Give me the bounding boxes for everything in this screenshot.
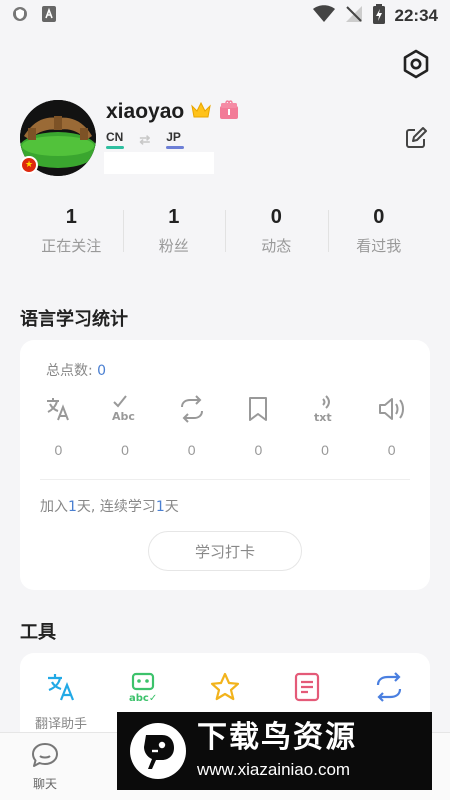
- learning-stats-title: 语言学习统计: [20, 309, 128, 330]
- stat-moments[interactable]: 0 动态: [225, 202, 328, 260]
- chat-bubble-icon: [31, 741, 59, 773]
- gift-badge-icon[interactable]: [218, 100, 240, 124]
- document-icon: [289, 669, 325, 705]
- stat-label: 粉丝: [158, 237, 189, 255]
- stat-label: 看过我: [356, 237, 402, 255]
- spellcheck-abc-icon: Abc: [110, 394, 140, 424]
- bio-field[interactable]: [104, 152, 214, 174]
- svg-text:txt: txt: [314, 411, 332, 424]
- tools-title: 工具: [20, 622, 56, 643]
- edit-icon: [404, 127, 428, 154]
- target-language-label: JP: [166, 130, 181, 144]
- learning-metrics: 0 Abc 0 0 0 txt 0 0: [25, 394, 425, 458]
- repeat-icon: [177, 394, 207, 424]
- bookmark-icon: [243, 394, 273, 424]
- watermark-banner: 下载鸟资源 www.xiazainiao.com: [117, 712, 432, 790]
- join-days: 1: [68, 499, 77, 515]
- metric-listening[interactable]: 0: [358, 394, 425, 458]
- metric-bookmarks[interactable]: 0: [225, 394, 292, 458]
- edit-profile-button[interactable]: [404, 126, 428, 150]
- svg-text:abc✓: abc✓: [129, 693, 157, 704]
- svg-text:Abc: Abc: [112, 410, 135, 423]
- stat-value: 1: [65, 206, 77, 228]
- total-points-label: 总点数:: [46, 363, 93, 379]
- native-language-label: CN: [106, 130, 124, 144]
- wifi-icon: [312, 5, 335, 27]
- learning-streak: 加入1天, 连续学习1天: [40, 496, 179, 516]
- ai-bot-icon: abc✓: [125, 669, 161, 705]
- battery-charging-icon: [372, 4, 385, 28]
- streak-prefix: 加入: [40, 499, 68, 515]
- app-notification-icon: [42, 6, 56, 26]
- metric-value: 0: [387, 442, 396, 458]
- metric-value: 0: [321, 442, 329, 458]
- metric-value: 0: [187, 442, 196, 458]
- native-language-tag: CN: [106, 130, 124, 149]
- metric-translate[interactable]: 0: [25, 394, 92, 458]
- username: xiaoyao: [106, 100, 185, 123]
- stat-visitors[interactable]: 0 看过我: [327, 202, 431, 260]
- stat-label: 正在关注: [41, 237, 102, 255]
- metric-spelling[interactable]: Abc 0: [92, 394, 159, 458]
- translate-icon: [43, 394, 73, 424]
- swap-arrows-icon: ⇄: [139, 131, 151, 147]
- watermark-url: www.xiazainiao.com: [197, 759, 351, 779]
- metric-value: 0: [121, 442, 129, 458]
- streak-mid: 天, 连续学习: [76, 499, 156, 515]
- streak-days: 1: [155, 499, 165, 515]
- tool-label: 翻译助手: [34, 717, 87, 732]
- speaker-icon: [377, 394, 407, 424]
- target-language-tag: JP: [166, 130, 185, 149]
- tool-translator[interactable]: 翻译助手: [20, 669, 102, 732]
- profile-stats: 1 正在关注 1 粉丝 0 动态 0 看过我: [20, 202, 430, 260]
- stat-value: 0: [373, 206, 385, 228]
- metric-value: 0: [54, 442, 63, 458]
- star-icon: [207, 669, 243, 705]
- metric-review[interactable]: 0: [158, 394, 225, 458]
- total-points: 总点数: 0: [46, 360, 106, 380]
- settings-gear-icon: [402, 49, 430, 83]
- watermark-title: 下载鸟资源: [197, 720, 357, 756]
- bird-logo-icon: [127, 720, 189, 782]
- no-signal-icon: [345, 5, 363, 27]
- stat-followers[interactable]: 1 粉丝: [122, 202, 226, 260]
- checkin-button[interactable]: 学习打卡: [148, 531, 302, 571]
- stat-value: 1: [168, 206, 180, 228]
- stat-label: 动态: [261, 237, 292, 255]
- language-pair: CN ⇄ JP: [106, 130, 185, 149]
- txt-audio-icon: txt: [310, 394, 340, 424]
- sync-icon: [371, 669, 407, 705]
- translate-icon: [43, 669, 79, 705]
- stat-value: 0: [270, 206, 282, 228]
- metric-value: 0: [254, 442, 263, 458]
- divider: [40, 479, 410, 480]
- shield-notification-icon: [12, 6, 28, 26]
- china-flag-icon: ★: [20, 156, 38, 174]
- nav-chat-label: 聊天: [32, 777, 57, 791]
- total-points-value: 0: [97, 363, 107, 379]
- streak-suffix: 天: [164, 499, 179, 515]
- metric-text-audio[interactable]: txt 0: [292, 394, 359, 458]
- learning-stats-card: 总点数: 0 0 Abc 0 0 0 txt 0 0 加入1天, 连续学习1天 …: [20, 340, 430, 590]
- stat-following[interactable]: 1 正在关注: [20, 202, 123, 260]
- vip-crown-icon[interactable]: [190, 100, 212, 124]
- settings-button[interactable]: [400, 49, 432, 83]
- status-time: 22:34: [394, 6, 438, 25]
- status-bar: 22:34: [0, 0, 450, 32]
- nav-chat[interactable]: 聊天: [0, 733, 90, 800]
